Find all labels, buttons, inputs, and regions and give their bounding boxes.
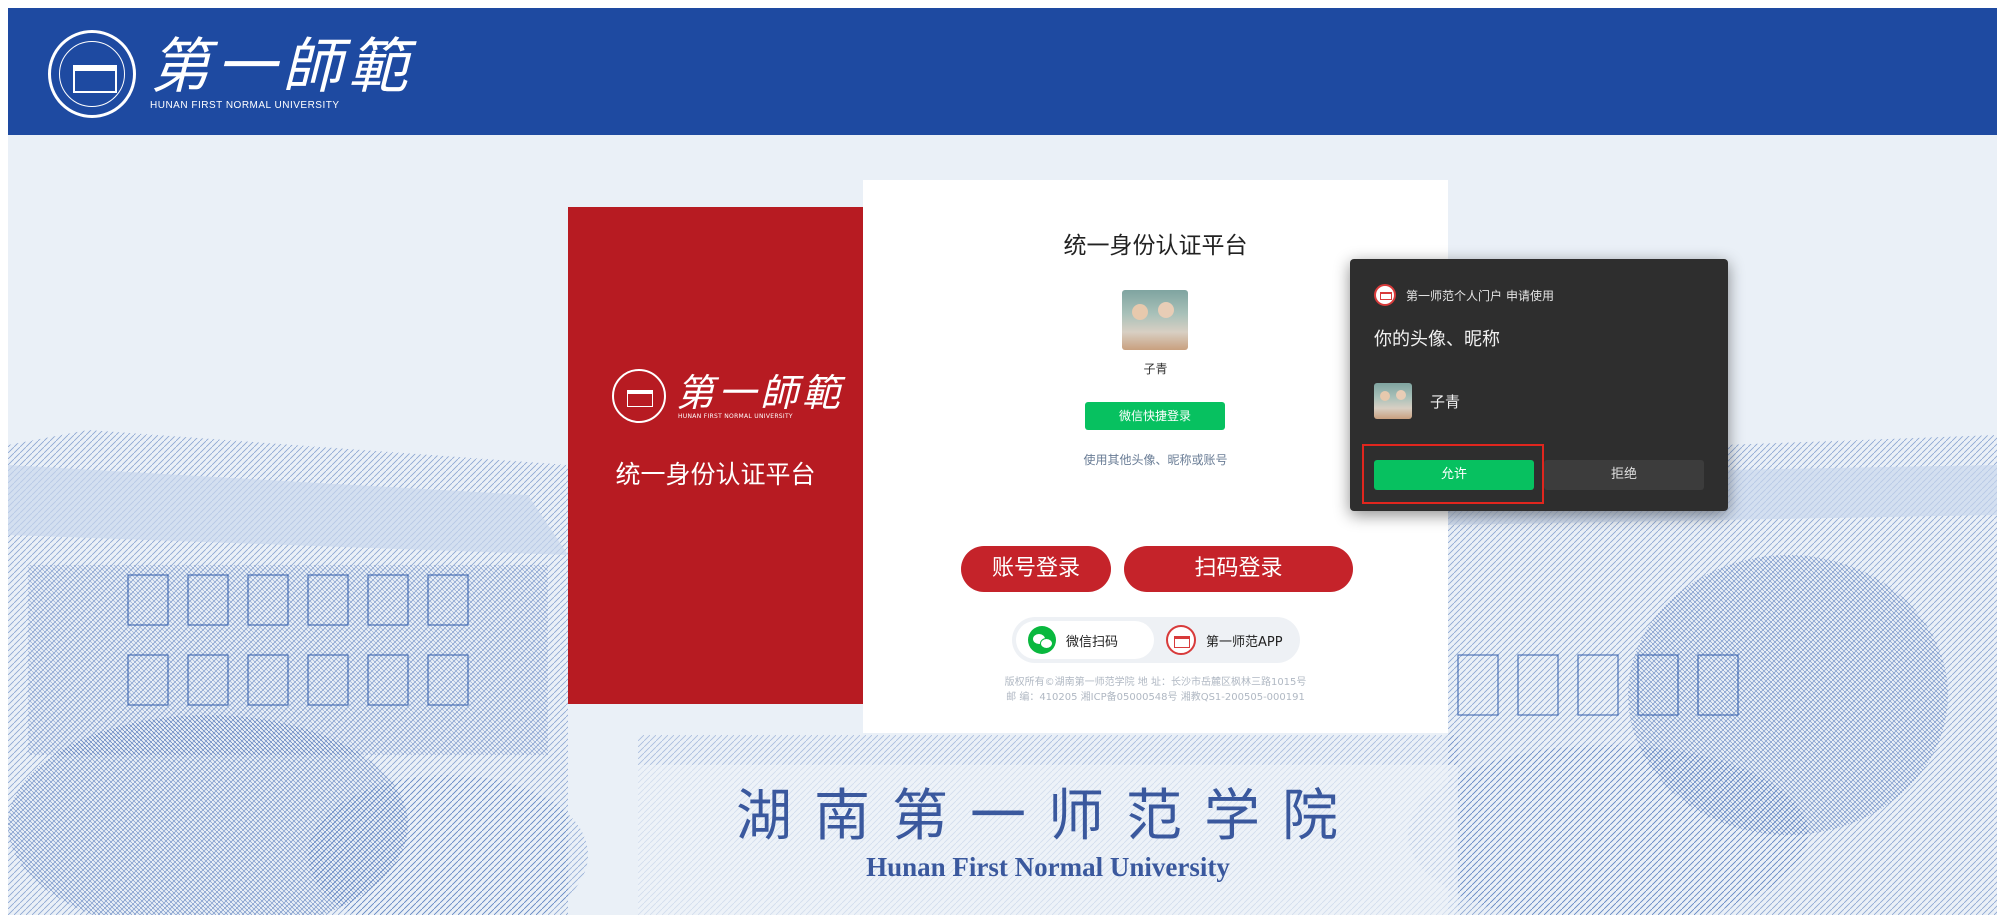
account-login-button[interactable]: 账号登录 xyxy=(961,546,1111,592)
avatar xyxy=(1122,290,1188,350)
login-method-switch: 微信扫码 第一师范APP xyxy=(1012,617,1300,663)
side-panel-title: 统一身份认证平台 xyxy=(615,460,816,489)
popup-header: 第一师范个人门户 申请使用 xyxy=(1374,284,1554,306)
university-seal-icon xyxy=(48,30,136,118)
university-app-icon xyxy=(1166,625,1196,655)
wechat-icon xyxy=(1028,626,1056,654)
request-text: 申请使用 xyxy=(1506,288,1555,303)
allow-button[interactable]: 允许 xyxy=(1374,460,1534,490)
wechat-auth-popup: 第一师范个人门户 申请使用 你的头像、昵称 子青 允许 拒绝 xyxy=(1350,259,1728,511)
tab-wechat-scan-label: 微信扫码 xyxy=(1066,634,1119,650)
copyright-line: 版权所有©湖南第一师范学院 地 址：长沙市岳麓区枫林三路1015号 xyxy=(1004,677,1307,688)
university-seal-icon xyxy=(612,369,666,423)
tab-app-scan-label: 第一师范APP xyxy=(1206,634,1283,650)
gate-sign-chinese: 湖南第一师范学院 xyxy=(736,784,1360,849)
university-logo[interactable]: 第一師範 HUNAN FIRST NORMAL UNIVERSITY xyxy=(48,30,414,118)
icp-line: 邮 编：410205 湘ICP备05000548号 湘教QS1-200505-0… xyxy=(1006,692,1305,703)
tab-app-scan[interactable]: 第一师范APP xyxy=(1162,621,1296,659)
side-panel-logo: 第一師範 HUNAN FIRST NORMAL UNIVERSITY xyxy=(612,369,844,423)
side-logo-calligraphy: 第一師範 xyxy=(676,370,845,415)
app-logo-icon xyxy=(1374,284,1396,306)
scan-login-button[interactable]: 扫码登录 xyxy=(1124,546,1353,592)
brand-side-panel: 第一師範 HUNAN FIRST NORMAL UNIVERSITY 统一身份认… xyxy=(568,207,863,704)
tab-wechat-scan[interactable]: 微信扫码 xyxy=(1016,621,1154,659)
top-header: 第一師範 HUNAN FIRST NORMAL UNIVERSITY xyxy=(8,8,1997,135)
popup-nickname: 子青 xyxy=(1430,392,1461,411)
deny-button[interactable]: 拒绝 xyxy=(1544,460,1704,490)
popup-user-profile: 子青 xyxy=(1374,383,1460,419)
avatar xyxy=(1374,383,1412,419)
requesting-app-name: 第一师范个人门户 xyxy=(1406,288,1503,303)
wechat-quick-login-button[interactable]: 微信快捷登录 xyxy=(1085,402,1225,430)
copyright-footer: 版权所有©湖南第一师范学院 地 址：长沙市岳麓区枫林三路1015号 邮 编：41… xyxy=(863,675,1448,705)
gate-sign-english: Hunan First Normal University xyxy=(866,852,1230,882)
login-title: 统一身份认证平台 xyxy=(1063,233,1248,259)
logo-calligraphy: 第一師範 xyxy=(150,32,414,102)
popup-title: 你的头像、昵称 xyxy=(1374,329,1500,350)
